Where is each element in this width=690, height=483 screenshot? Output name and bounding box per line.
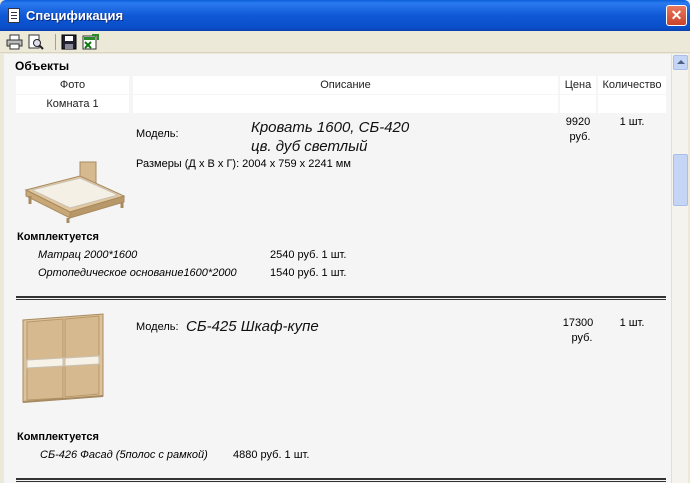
kit-item-price: 2540 руб. 1 шт. xyxy=(270,249,347,261)
scrollbar-thumb[interactable] xyxy=(673,154,688,206)
model-name: Кровать 1600, СБ-420 xyxy=(251,119,410,136)
item-price: 17300 xyxy=(562,317,594,329)
room-row-description xyxy=(133,95,558,113)
item-price: 9920 xyxy=(565,116,591,128)
header-photo: Фото xyxy=(16,76,129,94)
vertical-scrollbar[interactable] xyxy=(671,54,688,483)
kit-item-price: 4880 руб. 1 шт. xyxy=(233,449,310,461)
scroll-up-button[interactable] xyxy=(673,55,688,70)
excel-export-button[interactable] xyxy=(82,34,99,50)
kit-item-price: 1540 руб. 1 шт. xyxy=(270,267,347,279)
kit-title: Комплектуется xyxy=(17,231,99,243)
header-price: Цена xyxy=(560,76,596,94)
item-price-unit: руб. xyxy=(571,332,593,344)
model-color: цв. дуб светлый xyxy=(251,138,368,155)
bed-photo xyxy=(24,161,126,223)
kit-item-name: СБ-426 Фасад (5полос с рамкой) xyxy=(40,449,208,461)
model-name: СБ-425 Шкаф-купе xyxy=(186,318,319,335)
item-quantity: 1 шт. xyxy=(619,116,645,128)
item-price-unit: руб. xyxy=(569,131,591,143)
model-label: Модель: xyxy=(136,321,179,333)
title-bar[interactable]: Спецификация ✕ xyxy=(0,0,690,31)
print-button[interactable] xyxy=(6,34,23,50)
kit-item-name: Матрац 2000*1600 xyxy=(38,249,138,261)
kit-item-name: Ортопедическое основание1600*2000 xyxy=(38,267,237,279)
document-icon xyxy=(8,8,20,23)
print-preview-icon xyxy=(28,34,44,50)
item-divider xyxy=(16,296,666,300)
window-title: Спецификация xyxy=(26,8,124,23)
model-label: Модель: xyxy=(136,128,179,140)
header-quantity: Количество xyxy=(598,76,666,94)
model-dimensions: Размеры (Д х В х Г): 2004 х 759 х 2241 м… xyxy=(136,158,351,170)
close-button[interactable]: ✕ xyxy=(666,5,687,26)
toolbar-separator xyxy=(55,34,56,50)
room-row-price xyxy=(560,95,596,113)
toolbar xyxy=(0,31,690,53)
room-row-quantity xyxy=(598,95,666,113)
item-divider xyxy=(16,478,666,482)
item-quantity: 1 шт. xyxy=(619,317,645,329)
section-title: Объекты xyxy=(15,59,70,73)
wardrobe-photo xyxy=(22,313,104,403)
save-button[interactable] xyxy=(61,34,78,50)
header-description: Описание xyxy=(133,76,558,94)
save-icon xyxy=(61,34,77,50)
kit-title: Комплектуется xyxy=(17,431,99,443)
specification-report[interactable]: Объекты Фото Описание Цена Количество Ко… xyxy=(4,54,671,483)
specification-window: Спецификация ✕ Объекты Фото Описание Цен… xyxy=(0,0,690,483)
print-preview-button[interactable] xyxy=(27,34,44,50)
chevron-up-icon xyxy=(677,60,685,64)
excel-export-icon xyxy=(82,34,99,50)
room-name: Комната 1 xyxy=(16,95,129,113)
print-icon xyxy=(6,34,23,50)
